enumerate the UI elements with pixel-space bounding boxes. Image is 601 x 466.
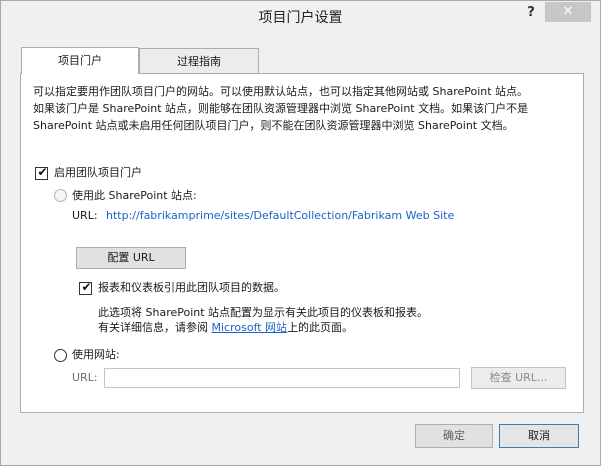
check-icon: ✔: [37, 165, 48, 179]
cancel-button[interactable]: 取消: [499, 424, 579, 448]
website-radio[interactable]: [54, 349, 67, 362]
ok-button[interactable]: 确定: [415, 424, 493, 448]
enable-portal-label[interactable]: 启用团队项目门户: [54, 166, 142, 180]
help-icon: ?: [527, 5, 535, 20]
website-label[interactable]: 使用网站:: [72, 348, 120, 362]
close-button[interactable]: ✕: [545, 2, 591, 22]
sharepoint-url-value[interactable]: http://fabrikamprime/sites/DefaultCollec…: [106, 209, 454, 223]
help-button[interactable]: ?: [521, 3, 541, 23]
sharepoint-site-radio[interactable]: [54, 189, 67, 202]
description-line: SharePoint 站点或未启用任何团队项目门户，则不能在团队资源管理器中浏览…: [33, 119, 514, 132]
configure-url-button[interactable]: 配置 URL: [76, 247, 186, 269]
reports-checkbox-label[interactable]: 报表和仪表板引用此团队项目的数据。: [98, 281, 285, 295]
tab-panel: 可以指定要用作团队项目门户的网站。可以使用默认站点，也可以指定其他网站或 Sha…: [20, 73, 584, 413]
reports-checkbox[interactable]: ✔: [79, 280, 92, 295]
description-line: 如果该门户是 SharePoint 站点，则能够在团队资源管理器中浏览 Shar…: [33, 102, 529, 115]
title-bar[interactable]: 项目门户设置 ? ✕: [1, 1, 600, 31]
check-url-button[interactable]: 检查 URL...: [471, 367, 566, 389]
enable-portal-checkbox[interactable]: ✔: [35, 165, 48, 180]
dialog-window: 项目门户设置 ? ✕ 项目门户 过程指南 可以指定要用作团队项目门户的网站。可以…: [0, 0, 601, 466]
sharepoint-site-label[interactable]: 使用此 SharePoint 站点:: [72, 189, 197, 203]
website-url-input[interactable]: [104, 368, 460, 388]
reports-note-prefix: 有关详细信息，请参阅: [98, 321, 212, 334]
check-icon: ✔: [81, 280, 92, 294]
reports-note-suffix: 上的此页面。: [287, 321, 354, 334]
tab-process-guidance[interactable]: 过程指南: [139, 48, 259, 73]
close-icon: ✕: [562, 4, 574, 19]
description-text: 可以指定要用作团队项目门户的网站。可以使用默认站点，也可以指定其他网站或 Sha…: [33, 83, 573, 134]
tab-project-portal[interactable]: 项目门户: [21, 47, 139, 74]
sharepoint-url-label: URL:: [72, 209, 98, 222]
microsoft-website-link[interactable]: Microsoft 网站: [212, 321, 288, 334]
description-line: 可以指定要用作团队项目门户的网站。可以使用默认站点，也可以指定其他网站或 Sha…: [33, 85, 529, 98]
reports-note-line2: 有关详细信息，请参阅 Microsoft 网站上的此页面。: [98, 321, 353, 335]
reports-note-line1: 此选项将 SharePoint 站点配置为显示有关此项目的仪表板和报表。: [98, 306, 429, 319]
dialog-title: 项目门户设置: [258, 10, 343, 26]
website-url-label: URL:: [72, 371, 98, 384]
